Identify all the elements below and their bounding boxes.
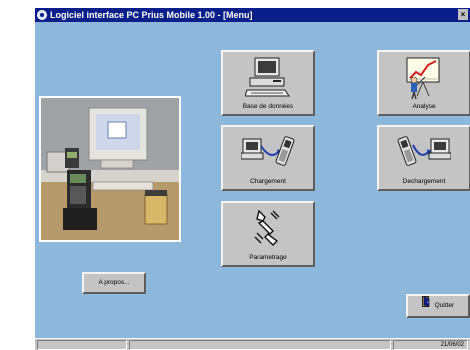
app-window: Logiciel interface PC Prius Mobile 1.00 … xyxy=(35,8,470,350)
status-date: 21/06/02 xyxy=(440,342,464,348)
analyse-label: Analyse xyxy=(412,103,436,110)
parametrage-label: Parametrage xyxy=(249,254,287,261)
app-system-icon[interactable] xyxy=(37,10,47,20)
status-pane-main xyxy=(37,340,127,350)
download-to-pc-icon xyxy=(397,131,452,176)
analyse-button[interactable]: Analyse xyxy=(377,50,470,116)
status-pane-date: 21/06/02 xyxy=(393,340,468,350)
chart-presenter-icon xyxy=(401,56,447,105)
base-de-donnees-button[interactable]: Base de données xyxy=(221,50,315,116)
a-propos-button[interactable]: A propos... xyxy=(82,272,146,294)
window-title: Logiciel interface PC Prius Mobile 1.00 … xyxy=(50,10,253,20)
computer-icon xyxy=(244,56,291,103)
chargement-button[interactable]: Chargement xyxy=(221,125,315,191)
close-button[interactable]: × xyxy=(458,9,468,20)
quitter-button[interactable]: Quitter xyxy=(406,294,470,318)
chargement-label: Chargement xyxy=(250,178,286,185)
title-bar[interactable]: Logiciel interface PC Prius Mobile 1.00 … xyxy=(35,8,470,22)
status-bar: 21/06/02 xyxy=(35,338,470,350)
quitter-label: Quitter xyxy=(434,302,455,309)
upload-to-terminal-icon xyxy=(240,131,295,176)
parametrage-button[interactable]: Parametrage xyxy=(221,201,315,267)
wrench-icon xyxy=(251,207,285,254)
dechargement-button[interactable]: Dechargement xyxy=(377,125,470,191)
exit-door-icon xyxy=(421,296,431,316)
status-pane-middle xyxy=(129,340,391,350)
a-propos-label: A propos... xyxy=(98,279,130,286)
product-photo xyxy=(39,96,181,242)
base-de-donnees-label: Base de données xyxy=(242,103,294,110)
dechargement-label: Dechargement xyxy=(402,178,446,185)
